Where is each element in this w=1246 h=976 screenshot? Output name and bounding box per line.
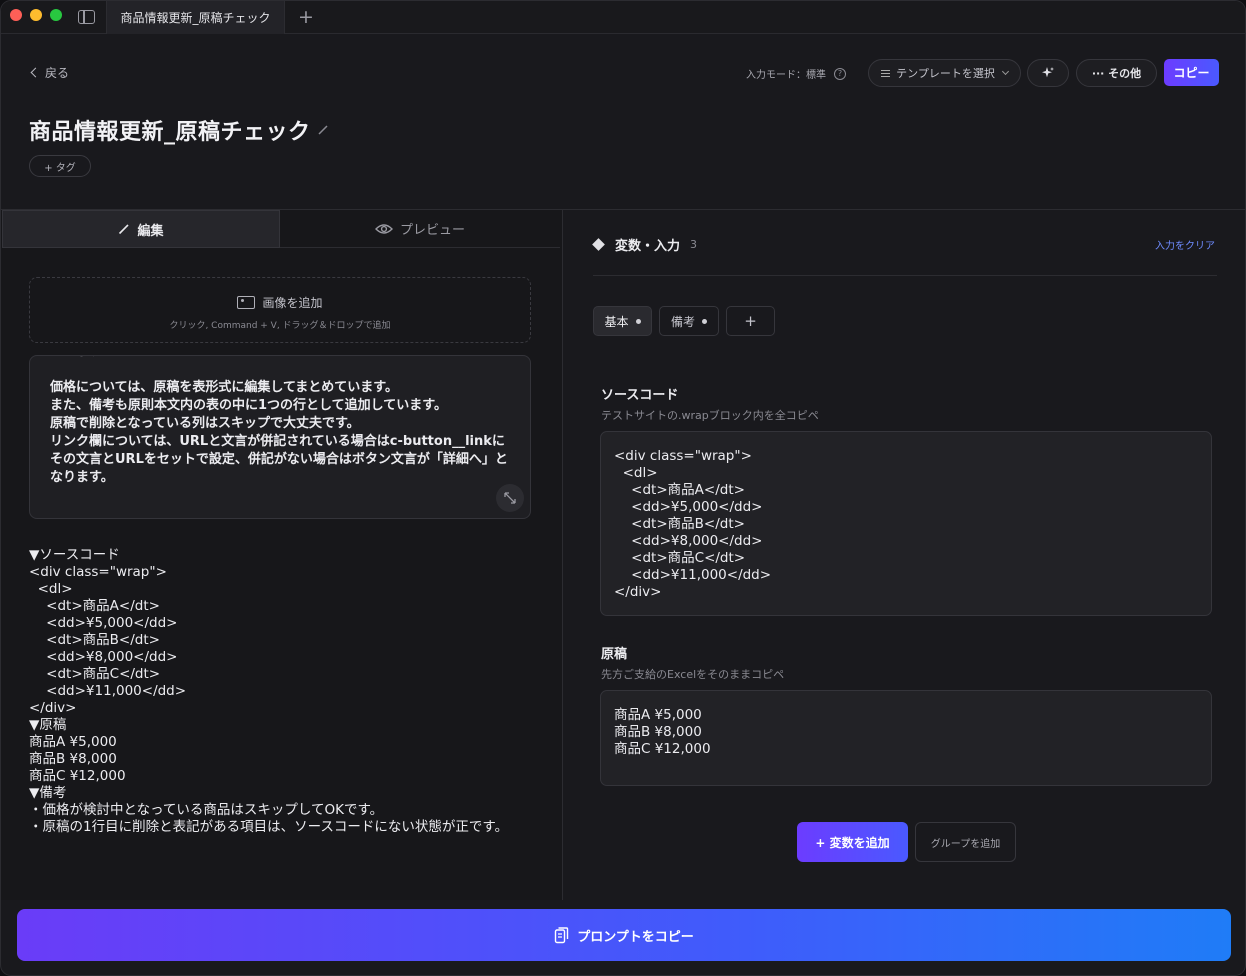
more-label: ··· その他 bbox=[1091, 67, 1142, 80]
template-select-label: テンプレートを選択 bbox=[896, 67, 995, 80]
pencil-icon bbox=[119, 224, 130, 235]
note-textarea[interactable]: うえますか？ 価格については、原稿を表形式に編集してまとめています。 また、備考… bbox=[29, 355, 531, 519]
group-tab-notes[interactable]: 備考 bbox=[659, 306, 719, 336]
field-desc-manuscript: 先方ご支給のExcelをそのままコピペ bbox=[601, 668, 785, 681]
diamond-icon bbox=[592, 238, 605, 251]
group-tab-label: 基本 bbox=[604, 314, 629, 329]
app-window: 商品情報更新_原稿チェック + 戻る 入力モード：標準 ? テンプレートを選択 … bbox=[0, 0, 1246, 976]
tab-preview[interactable]: プレビュー bbox=[280, 210, 560, 248]
list-icon bbox=[881, 69, 891, 77]
field-desc-source-code: テストサイトの.wrapブロック内を全コピペ bbox=[601, 409, 819, 422]
image-icon bbox=[237, 296, 256, 309]
input-mode-indicator: 入力モード：標準 ? bbox=[746, 66, 846, 81]
variables-header: 変数・入力 3 bbox=[592, 235, 698, 254]
chevron-down-icon bbox=[1001, 67, 1009, 76]
dot-icon bbox=[635, 318, 641, 324]
expand-button[interactable] bbox=[496, 484, 524, 512]
source-code-input[interactable]: <div class="wrap"> <dl> <dt>商品A</dt> <dd… bbox=[600, 431, 1212, 616]
tab-edit-label: 編集 bbox=[137, 223, 164, 239]
more-button[interactable]: ··· その他 bbox=[1076, 59, 1157, 87]
template-select[interactable]: テンプレートを選択 bbox=[868, 59, 1021, 87]
image-drop-title: 画像を追加 bbox=[262, 296, 323, 310]
variables-count: 3 bbox=[690, 238, 698, 251]
copy-label: コピー bbox=[1173, 66, 1210, 80]
ai-assist-button[interactable] bbox=[1027, 59, 1069, 87]
note-text: うえますか？ 価格については、原稿を表形式に編集してまとめています。 また、備考… bbox=[50, 356, 508, 485]
close-window-button[interactable] bbox=[10, 9, 22, 21]
dot-icon bbox=[702, 318, 707, 324]
field-label-manuscript: 原稿 bbox=[601, 647, 628, 662]
clipboard-icon bbox=[554, 926, 569, 943]
source-code-value: <div class="wrap"> <dl> <dt>商品A</dt> <dd… bbox=[614, 448, 772, 600]
copy-button[interactable]: コピー bbox=[1164, 59, 1219, 86]
plus-icon: + bbox=[744, 312, 757, 330]
back-label: 戻る bbox=[45, 66, 70, 80]
manuscript-value: 商品A ¥5,000 商品B ¥8,000 商品C ¥12,000 bbox=[614, 707, 711, 757]
expand-icon bbox=[504, 492, 516, 504]
add-tag-button[interactable]: + タグ bbox=[29, 155, 91, 177]
page-title: 商品情報更新_原稿チェック bbox=[29, 120, 311, 145]
new-tab-button[interactable]: + bbox=[296, 5, 316, 29]
group-tab-label: 備考 bbox=[670, 314, 695, 329]
copy-prompt-button[interactable]: プロンプトをコピー bbox=[17, 909, 1231, 961]
variables-title: 変数・入力 bbox=[615, 239, 681, 254]
add-variable-label: + 変数を追加 bbox=[815, 835, 890, 850]
copy-prompt-label: プロンプトをコピー bbox=[577, 929, 694, 945]
add-group-label: グループを追加 bbox=[930, 838, 1001, 850]
image-drop-hint: クリック, Command + V, ドラッグ＆ドロップで追加 bbox=[169, 321, 391, 331]
prompt-body-text[interactable]: ▼ソースコード <div class="wrap"> <dl> <dt>商品A<… bbox=[29, 547, 549, 836]
document-tab-label: 商品情報更新_原稿チェック bbox=[120, 11, 271, 25]
sidebar-toggle-icon[interactable] bbox=[78, 10, 95, 24]
add-tag-label: + タグ bbox=[44, 162, 76, 174]
chevron-left-icon bbox=[30, 67, 41, 78]
tab-preview-label: プレビュー bbox=[399, 223, 465, 238]
field-label-source-code: ソースコード bbox=[601, 388, 679, 403]
group-tab-basic[interactable]: 基本 bbox=[593, 306, 652, 336]
image-drop-zone[interactable]: 画像を追加 クリック, Command + V, ドラッグ＆ドロップで追加 bbox=[29, 277, 531, 343]
sparkle-icon bbox=[1042, 67, 1054, 78]
eye-icon bbox=[374, 223, 393, 234]
minimize-window-button[interactable] bbox=[30, 9, 42, 21]
editor-panel: 編集 プレビュー 画像を追加 クリック, Command + V, ドラッグ＆ド… bbox=[1, 210, 562, 900]
add-variable-button[interactable]: + 変数を追加 bbox=[797, 822, 908, 862]
add-group-button[interactable]: グループを追加 bbox=[915, 822, 1016, 862]
variables-divider bbox=[593, 275, 1217, 276]
document-tab[interactable]: 商品情報更新_原稿チェック bbox=[106, 1, 285, 34]
title-bar: 商品情報更新_原稿チェック + bbox=[1, 1, 1245, 34]
manuscript-input[interactable]: 商品A ¥5,000 商品B ¥8,000 商品C ¥12,000 bbox=[600, 690, 1212, 786]
variables-panel: 変数・入力 3 入力をクリア 基本 備考 + ソースコード テストサイトの.wr… bbox=[563, 210, 1245, 900]
help-icon[interactable]: ? bbox=[834, 67, 846, 80]
add-group-tab-button[interactable]: + bbox=[726, 306, 775, 336]
back-button[interactable]: 戻る bbox=[30, 64, 70, 81]
tab-edit[interactable]: 編集 bbox=[2, 210, 280, 248]
pencil-icon[interactable] bbox=[317, 123, 330, 136]
clear-inputs-link[interactable]: 入力をクリア bbox=[1155, 237, 1215, 252]
zoom-window-button[interactable] bbox=[50, 9, 62, 21]
input-mode-label: 入力モード：標準 bbox=[746, 70, 826, 81]
